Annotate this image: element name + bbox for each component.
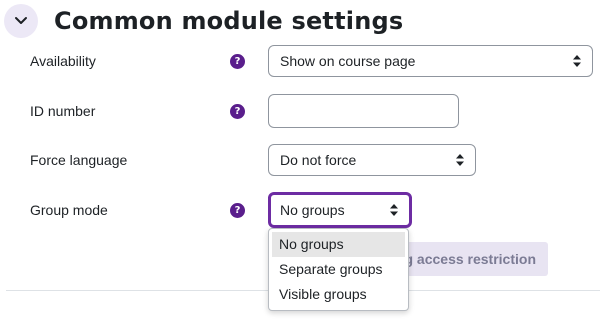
section-title: Common module settings [54, 7, 404, 35]
group-mode-select-value: No groups [280, 202, 345, 218]
chevron-down-icon [15, 17, 27, 24]
group-mode-option[interactable]: No groups [272, 232, 405, 257]
force-language-select[interactable]: Do not force [268, 144, 476, 176]
id-number-label: ID number [30, 103, 96, 119]
select-arrows-icon [456, 154, 464, 166]
help-icon[interactable]: ? [230, 104, 245, 119]
force-language-label: Force language [30, 152, 128, 168]
select-arrows-icon [390, 204, 398, 216]
group-mode-dropdown: No groups Separate groups Visible groups [268, 228, 409, 311]
group-mode-option[interactable]: Separate groups [272, 257, 405, 282]
group-mode-option[interactable]: Visible groups [272, 282, 405, 307]
id-number-input[interactable] [268, 94, 459, 128]
select-arrows-icon [573, 55, 581, 67]
availability-select[interactable]: Show on course page [268, 45, 593, 77]
common-module-settings-page: Common module settings Availability ? Sh… [0, 0, 600, 319]
help-icon[interactable]: ? [230, 54, 245, 69]
help-icon[interactable]: ? [230, 203, 245, 218]
availability-select-value: Show on course page [280, 53, 416, 69]
availability-label: Availability [30, 53, 96, 69]
collapse-section-button[interactable] [4, 4, 38, 38]
group-mode-select[interactable]: No groups [268, 192, 412, 228]
force-language-select-value: Do not force [280, 152, 357, 168]
group-mode-label: Group mode [30, 202, 108, 218]
